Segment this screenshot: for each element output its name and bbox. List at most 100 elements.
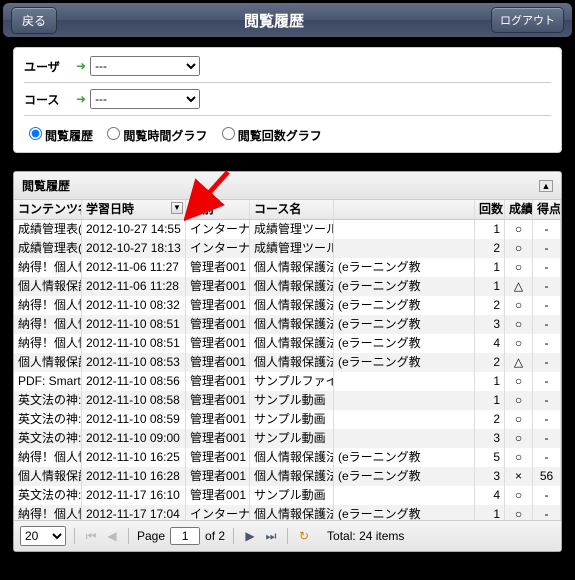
col-username[interactable]: 名前 — [186, 200, 250, 219]
cell: ○ — [505, 429, 533, 448]
col-date[interactable]: 学習日時▼ — [82, 200, 186, 219]
logout-button[interactable]: ログアウト — [491, 7, 564, 33]
cell: 2012-11-17 17:04 — [82, 505, 186, 520]
table-row[interactable]: 成績管理表(コ2012-10-27 18:13インターナシ成績管理ツール2○- — [14, 239, 561, 258]
table-row[interactable]: 納得！個人情2012-11-10 08:51管理者001個人情報保護法講座(eラ… — [14, 334, 561, 353]
cell: 個人情報保護 — [14, 467, 82, 486]
table-row[interactable]: 英文法の神: 入2012-11-17 16:10管理者001サンプル動画4○- — [14, 486, 561, 505]
cell: 管理者001 — [186, 353, 250, 372]
cell: 1 — [475, 391, 505, 410]
cell: 2012-11-10 08:59 — [82, 410, 186, 429]
cell: 英文法の神: 入 — [14, 410, 82, 429]
cell: 2012-11-10 08:51 — [82, 315, 186, 334]
cell: 管理者001 — [186, 486, 250, 505]
grid-panel: 閲覧履歴 ▲ コンテンツ名 学習日時▼ 名前 コース名 回数 成績 得点 成績管… — [13, 171, 562, 552]
radio-history[interactable]: 閲覧履歴 — [24, 129, 93, 143]
table-row[interactable]: 個人情報保護2012-11-06 11:28管理者001個人情報保護法講座(eラ… — [14, 277, 561, 296]
table-row[interactable]: 納得！個人情2012-11-17 17:04インターナシ個人情報保護法講座(eラ… — [14, 505, 561, 520]
next-page-button[interactable]: ▶ — [242, 528, 258, 544]
cell: (eラーニング教 — [334, 277, 475, 296]
cell: - — [533, 239, 561, 258]
cell: (eラーニング教 — [334, 505, 475, 520]
cell: - — [533, 315, 561, 334]
cell: 個人情報保護法講座 — [250, 277, 334, 296]
cell: 英文法の神: 入 — [14, 486, 82, 505]
col-score[interactable]: 得点 — [533, 200, 561, 219]
cell: 4 — [475, 486, 505, 505]
cell: 1 — [475, 505, 505, 520]
cell: 2012-11-10 08:32 — [82, 296, 186, 315]
table-row[interactable]: 英文法の神: 入2012-11-10 09:00管理者001サンプル動画3○- — [14, 429, 561, 448]
cell: 個人情報保護 — [14, 277, 82, 296]
cell: ○ — [505, 448, 533, 467]
page-of-label: of 2 — [205, 529, 225, 543]
refresh-icon[interactable]: ↻ — [296, 528, 312, 544]
cell: 納得！個人情 — [14, 258, 82, 277]
cell: 2012-11-10 08:58 — [82, 391, 186, 410]
table-row[interactable]: 英文法の神: 入2012-11-10 08:59管理者001サンプル動画2○- — [14, 410, 561, 429]
cell: - — [533, 429, 561, 448]
table-row[interactable]: 納得！個人情2012-11-10 08:51管理者001個人情報保護法講座(eラ… — [14, 315, 561, 334]
cell: ○ — [505, 220, 533, 239]
cell: 管理者001 — [186, 296, 250, 315]
cell: 1 — [475, 372, 505, 391]
radio-count-graph[interactable]: 閲覧回数グラフ — [217, 129, 322, 143]
cell: 2012-11-10 09:00 — [82, 429, 186, 448]
cell: 管理者001 — [186, 410, 250, 429]
cell: PDF: SmartBr — [14, 372, 82, 391]
course-select[interactable]: --- — [90, 89, 200, 109]
page-input[interactable] — [170, 527, 200, 545]
table-row[interactable]: 納得！個人情2012-11-10 08:32管理者001個人情報保護法講座(eラ… — [14, 296, 561, 315]
last-page-button[interactable]: ⏭ — [263, 528, 279, 544]
radio-time-graph[interactable]: 閲覧時間グラフ — [102, 129, 207, 143]
cell: - — [533, 277, 561, 296]
col-count[interactable]: 回数 — [475, 200, 505, 219]
cell: 2 — [475, 296, 505, 315]
cell: サンプル動画 — [250, 391, 334, 410]
first-page-button[interactable]: ⏮ — [83, 528, 99, 544]
cell: サンプル動画 — [250, 429, 334, 448]
cell: 3 — [475, 429, 505, 448]
cell: 3 — [475, 467, 505, 486]
col-subtitle[interactable] — [334, 200, 475, 219]
cell: 個人情報保護法講座 — [250, 296, 334, 315]
cell: 個人情報保護法講座 — [250, 448, 334, 467]
cell: 納得！個人情 — [14, 296, 82, 315]
back-button[interactable]: 戻る — [11, 7, 57, 34]
cell: 管理者001 — [186, 258, 250, 277]
arrow-right-icon: ➜ — [76, 92, 86, 106]
total-items: Total: 24 items — [327, 529, 404, 543]
table-row[interactable]: 納得！個人情2012-11-10 16:25管理者001個人情報保護法講座(eラ… — [14, 448, 561, 467]
sort-dropdown-icon[interactable]: ▼ — [171, 202, 183, 214]
view-mode-radios: 閲覧履歴 閲覧時間グラフ 閲覧回数グラフ — [24, 122, 551, 144]
course-label: コース — [24, 91, 72, 108]
cell: サンプル動画 — [250, 486, 334, 505]
table-row[interactable]: PDF: SmartBr2012-11-10 08:56管理者001サンプルファ… — [14, 372, 561, 391]
user-select[interactable]: --- — [90, 56, 200, 76]
col-content[interactable]: コンテンツ名 — [14, 200, 82, 219]
cell: (eラーニング教 — [334, 296, 475, 315]
arrow-right-icon: ➜ — [76, 59, 86, 73]
page-size-select[interactable]: 20 — [20, 526, 66, 546]
col-result[interactable]: 成績 — [505, 200, 533, 219]
cell: - — [533, 486, 561, 505]
table-row[interactable]: 納得！個人情2012-11-06 11:27管理者001個人情報保護法講座(eラ… — [14, 258, 561, 277]
cell: 個人情報保護法講座 — [250, 353, 334, 372]
cell: △ — [505, 353, 533, 372]
table-row[interactable]: 英文法の神: 入2012-11-10 08:58管理者001サンプル動画1○- — [14, 391, 561, 410]
cell: ○ — [505, 486, 533, 505]
cell: 2012-11-10 08:56 — [82, 372, 186, 391]
cell: - — [533, 391, 561, 410]
col-course[interactable]: コース名 — [250, 200, 334, 219]
cell: 5 — [475, 448, 505, 467]
prev-page-button[interactable]: ◀ — [104, 528, 120, 544]
collapse-icon[interactable]: ▲ — [539, 180, 553, 192]
cell: 納得！個人情 — [14, 505, 82, 520]
cell: 2012-10-27 14:55 — [82, 220, 186, 239]
table-row[interactable]: 成績管理表(コ2012-10-27 14:55インターナシ成績管理ツール1○- — [14, 220, 561, 239]
cell: 個人情報保護法講座 — [250, 505, 334, 520]
table-row[interactable]: 個人情報保護2012-11-10 16:28管理者001個人情報保護法講座(eラ… — [14, 467, 561, 486]
cell: - — [533, 372, 561, 391]
cell: - — [533, 448, 561, 467]
table-row[interactable]: 個人情報保護2012-11-10 08:53管理者001個人情報保護法講座(eラ… — [14, 353, 561, 372]
